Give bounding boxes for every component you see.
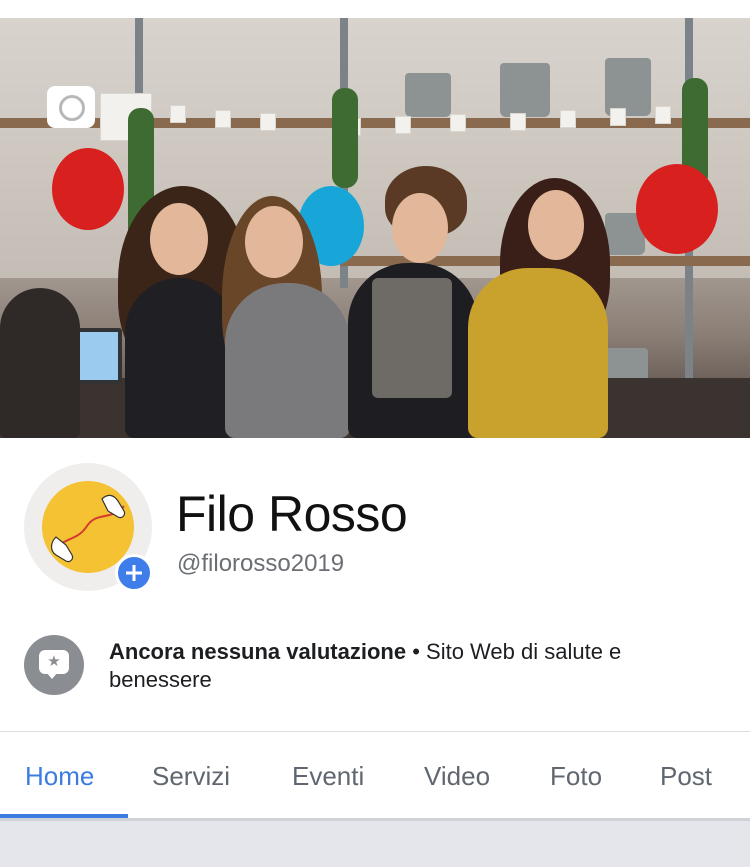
rating-info[interactable]: Ancora nessuna valutazione • Sito Web di… [109, 638, 719, 694]
feed-background [0, 821, 750, 867]
person-face [392, 193, 448, 263]
rating-icon-button[interactable]: ★ [24, 635, 84, 695]
paper-note [395, 116, 411, 134]
tab-video[interactable]: Video [424, 761, 490, 792]
red-balloon [52, 148, 124, 230]
person-2 [225, 283, 350, 438]
paper-note [510, 113, 526, 131]
add-story-button[interactable] [115, 554, 153, 592]
page-title: Filo Rosso [176, 486, 408, 542]
tab-eventi[interactable]: Eventi [292, 761, 364, 792]
star-icon: ★ [47, 652, 61, 670]
paper-note [215, 110, 231, 128]
page-tabs: Home Servizi Eventi Video Foto Post [0, 732, 750, 818]
tab-home[interactable]: Home [25, 761, 94, 792]
paper-note [260, 113, 276, 131]
cover-photo[interactable] [0, 18, 750, 438]
person-face [528, 190, 584, 260]
rating-separator: • [406, 639, 427, 664]
tab-servizi[interactable]: Servizi [152, 761, 230, 792]
person-face [245, 206, 303, 278]
hanging-plant [332, 88, 358, 188]
paper-note [655, 106, 671, 124]
person-face [150, 203, 208, 275]
page-username: @filorosso2019 [177, 550, 345, 577]
paper-note [610, 108, 626, 126]
person-4 [468, 268, 608, 438]
camera-lens-icon [59, 95, 85, 121]
watering-can [405, 73, 451, 117]
watering-can [500, 63, 550, 117]
speech-bubble-tail [46, 672, 58, 679]
paper-note [170, 105, 186, 123]
paper-note [560, 110, 576, 128]
person-3-shirt [372, 278, 452, 398]
paper-note [450, 114, 466, 132]
tab-foto[interactable]: Foto [550, 761, 602, 792]
status-bar [0, 0, 750, 18]
person-1 [125, 278, 235, 438]
person-seated [0, 288, 80, 438]
rating-status: Ancora nessuna valutazione [109, 639, 407, 664]
tab-post[interactable]: Post [660, 761, 712, 792]
red-balloon [636, 164, 718, 254]
camera-button[interactable] [47, 86, 95, 128]
